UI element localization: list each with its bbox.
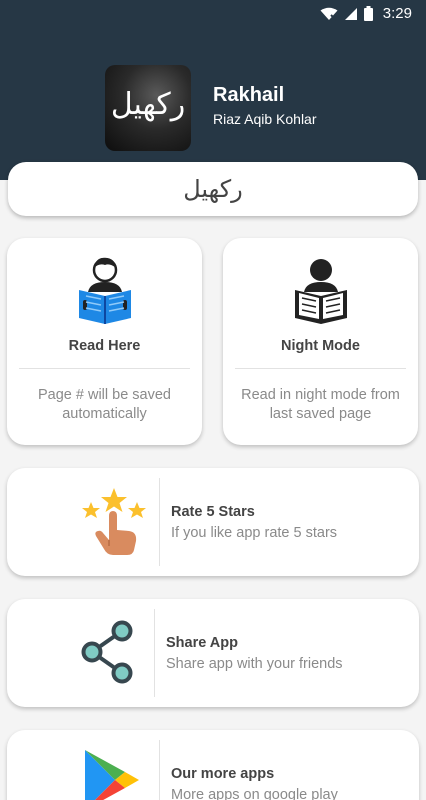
app-logo: رکھیل (105, 65, 191, 151)
rate-app-card[interactable]: Rate 5 Stars If you like app rate 5 star… (7, 468, 419, 576)
status-time: 3:29 (382, 5, 412, 22)
more-apps-subtitle: More apps on google play (171, 787, 338, 800)
person-reading-icon (79, 257, 131, 324)
divider (235, 368, 406, 369)
app-author: Riaz Aqib Kohlar (213, 111, 317, 127)
share-app-subtitle: Share app with your friends (166, 656, 343, 672)
status-bar: 3:29 (0, 0, 426, 28)
google-play-icon (85, 750, 139, 800)
rate-app-subtitle: If you like app rate 5 stars (171, 525, 338, 541)
read-here-card[interactable]: Read Here Page # will be saved automatic… (7, 238, 202, 445)
rate-app-title: Rate 5 Stars (171, 504, 255, 520)
logo-text: رکھیل (110, 87, 186, 122)
divider (154, 609, 155, 697)
app-title: Rakhail (213, 84, 285, 106)
share-icon (81, 620, 133, 684)
person-reading-dark-icon (295, 259, 347, 324)
divider (159, 740, 160, 800)
book-title: رکھیل (183, 175, 243, 203)
night-mode-card[interactable]: Night Mode Read in night mode from last … (223, 238, 418, 445)
share-app-card[interactable]: Share App Share app with your friends (7, 599, 419, 707)
book-title-card: رکھیل (8, 162, 418, 216)
battery-icon (363, 6, 373, 21)
rate-stars-icon (82, 488, 146, 555)
more-apps-title: Our more apps (171, 766, 275, 782)
wifi-off-icon (320, 7, 338, 21)
more-apps-card[interactable]: Our more apps More apps on google play (7, 730, 419, 800)
read-here-description: Page # will be saved automatically (38, 387, 171, 422)
signal-icon (344, 7, 357, 20)
app-header: 3:29 رکھیل Rakhail Riaz Aqib Kohlar (0, 0, 426, 180)
night-mode-description: Read in night mode from last saved page (241, 387, 400, 422)
read-here-title: Read Here (68, 338, 141, 354)
share-app-title: Share App (166, 635, 238, 651)
divider (19, 368, 190, 369)
night-mode-title: Night Mode (281, 338, 360, 354)
divider (159, 478, 160, 566)
